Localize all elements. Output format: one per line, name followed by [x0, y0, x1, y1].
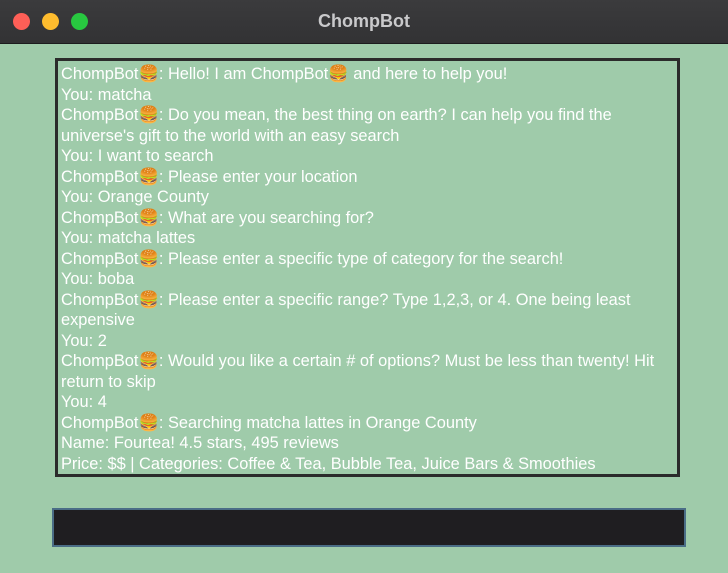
- chat-message: Price: $$ | Categories: Coffee & Tea, Bu…: [61, 454, 596, 473]
- chat-message: ChompBot🍔: Searching matcha lattes in Or…: [61, 413, 477, 432]
- chat-message: You: 2: [61, 331, 107, 350]
- chat-message: ChompBot🍔: Please enter a specific type …: [61, 249, 564, 268]
- chat-message: You: Orange County: [61, 188, 209, 206]
- chat-message: ChompBot🍔: What are you searching for?: [61, 208, 374, 227]
- app-window: ChompBot ChompBot🍔: Hello! I am ChompBot…: [0, 0, 728, 573]
- window-title: ChompBot: [318, 11, 410, 31]
- message-input[interactable]: [52, 508, 686, 547]
- chat-message: You: matcha lattes: [61, 229, 196, 247]
- title-bar: ChompBot: [0, 0, 728, 44]
- chat-message: Name: Fourtea! 4.5 stars, 495 reviews: [61, 434, 339, 452]
- chat-message: ChompBot🍔: Do you mean, the best thing o…: [61, 106, 612, 145]
- chat-message: You: matcha: [61, 85, 152, 104]
- chat-message: You: 4: [61, 393, 107, 411]
- chat-message: ChompBot🍔: Would you like a certain # of…: [61, 352, 655, 391]
- chat-message: ChompBot🍔: Hello! I am ChompBot🍔 and her…: [61, 65, 508, 83]
- chat-log[interactable]: ChompBot🍔: Hello! I am ChompBot🍔 and her…: [55, 58, 680, 477]
- chat-message: ChompBot🍔: Please enter your location: [61, 167, 358, 186]
- chat-message: You: I want to search: [61, 147, 214, 165]
- chat-message: You: boba: [61, 270, 135, 288]
- chat-message: ChompBot🍔: Please enter a specific range…: [61, 290, 631, 330]
